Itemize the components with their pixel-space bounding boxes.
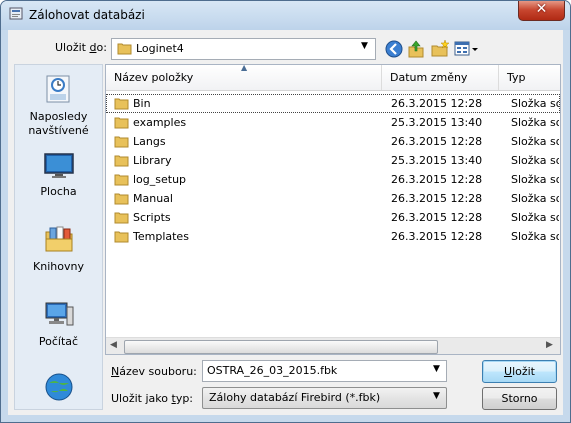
item-name: Langs: [133, 135, 166, 148]
sort-ascending-icon: ▲: [241, 64, 248, 72]
item-date: 26.3.2015 12:28: [391, 135, 483, 148]
folder-icon: [114, 212, 129, 224]
list-item[interactable]: log_setup 26.3.2015 12:28 Složka sou: [106, 170, 560, 189]
item-name: Library: [133, 154, 172, 167]
filetype-select[interactable]: Zálohy databází Firebird (*.fbk) ▼: [202, 387, 447, 409]
folder-icon: [114, 193, 129, 205]
column-header-date[interactable]: Datum změny: [382, 65, 499, 90]
desktop-icon: [43, 153, 74, 178]
item-type: Složka sou: [511, 173, 559, 186]
item-name: Templates: [133, 230, 189, 243]
title-bar: Zálohovat databázi ✕: [1, 1, 570, 30]
item-type: Složka sou: [511, 154, 559, 167]
folder-icon: [114, 98, 129, 110]
place-recent[interactable]: Naposledy navštívené: [15, 74, 102, 138]
item-date: 25.3.2015 13:40: [391, 116, 483, 129]
computer-icon: [45, 302, 73, 326]
place-network[interactable]: [15, 371, 102, 403]
item-type: Složka sou: [511, 116, 559, 129]
recent-places-icon: [46, 75, 69, 103]
item-date: 26.3.2015 12:28: [391, 97, 483, 110]
up-folder-icon[interactable]: [406, 39, 426, 59]
save-button[interactable]: Uložit: [482, 360, 557, 383]
save-in-value: Loginet4: [136, 42, 184, 55]
item-date: 26.3.2015 12:28: [391, 192, 483, 205]
item-date: 26.3.2015 12:28: [391, 211, 483, 224]
horizontal-scrollbar[interactable]: ◀ ▶: [106, 337, 560, 354]
cancel-button[interactable]: Storno: [482, 387, 557, 410]
item-name: examples: [133, 116, 187, 129]
item-name: Scripts: [133, 211, 171, 224]
close-icon: ✕: [535, 1, 548, 17]
scroll-right-icon[interactable]: ▶: [546, 340, 553, 350]
save-dialog: Zálohovat databázi ✕ Uložit do: Loginet4…: [0, 0, 571, 423]
place-computer[interactable]: Počítač: [15, 299, 102, 349]
list-item[interactable]: examples 25.3.2015 13:40 Složka sou: [106, 113, 560, 132]
list-item[interactable]: Library 25.3.2015 13:40 Složka sou: [106, 151, 560, 170]
item-name: log_setup: [133, 173, 187, 186]
network-icon: [45, 373, 72, 401]
chevron-down-icon: ▼: [433, 391, 440, 401]
back-icon[interactable]: [384, 39, 404, 59]
item-type: Složka sou: [511, 211, 559, 224]
column-header-type[interactable]: Typ: [499, 65, 560, 90]
filename-field[interactable]: ▼: [202, 360, 447, 382]
scroll-left-icon[interactable]: ◀: [110, 340, 117, 350]
item-date: 26.3.2015 12:28: [391, 230, 483, 243]
place-desktop[interactable]: Plocha: [15, 149, 102, 199]
new-folder-icon[interactable]: [430, 39, 450, 59]
list-header: Název položky ▲ Datum změny Typ: [106, 65, 560, 91]
libraries-icon: [45, 226, 72, 252]
save-in-label: Uložit do:: [55, 41, 107, 54]
item-date: 25.3.2015 13:40: [391, 154, 483, 167]
item-date: 26.3.2015 12:28: [391, 173, 483, 186]
window-title: Zálohovat databázi: [29, 8, 145, 22]
folder-icon: [114, 174, 129, 186]
list-item[interactable]: Bin 26.3.2015 12:28 Složka sou: [106, 94, 560, 113]
filename-label: Název souboru:: [111, 365, 197, 378]
item-type: Složka sou: [511, 135, 559, 148]
item-name: Manual: [133, 192, 173, 205]
filename-input[interactable]: [203, 361, 432, 379]
view-menu-icon[interactable]: [453, 39, 479, 59]
list-item[interactable]: Langs 26.3.2015 12:28 Složka sou: [106, 132, 560, 151]
list-item[interactable]: Manual 26.3.2015 12:28 Složka sou: [106, 189, 560, 208]
filetype-value: Zálohy databází Firebird (*.fbk): [209, 391, 381, 404]
file-list: Název položky ▲ Datum změny Typ Bin 26.3.…: [105, 64, 561, 355]
save-in-combo[interactable]: Loginet4 ▼: [111, 38, 376, 60]
chevron-down-icon: ▼: [361, 41, 368, 51]
folder-icon: [114, 155, 129, 167]
folder-icon: [114, 136, 129, 148]
item-type: Složka sou: [511, 230, 559, 243]
item-type: Složka sou: [511, 192, 559, 205]
item-name: Bin: [133, 97, 151, 110]
dialog-body: Uložit do: Loginet4 ▼ Naposledy navštíve…: [8, 30, 563, 415]
item-type: Složka sou: [511, 97, 559, 110]
close-button[interactable]: ✕: [518, 1, 565, 21]
list-item[interactable]: Templates 26.3.2015 12:28 Složka sou: [106, 227, 560, 246]
scrollbar-thumb[interactable]: [124, 340, 438, 354]
places-bar: Naposledy navštívené Plocha Knihovny Poč…: [14, 64, 103, 410]
folder-icon: [117, 43, 132, 55]
filetype-label: Uložit jako typ:: [111, 392, 194, 405]
chevron-down-icon[interactable]: ▼: [433, 364, 440, 374]
folder-icon: [114, 231, 129, 243]
list-item[interactable]: Scripts 26.3.2015 12:28 Složka sou: [106, 208, 560, 227]
folder-icon: [114, 117, 129, 129]
place-libraries[interactable]: Knihovny: [15, 224, 102, 274]
app-icon: [9, 7, 23, 20]
